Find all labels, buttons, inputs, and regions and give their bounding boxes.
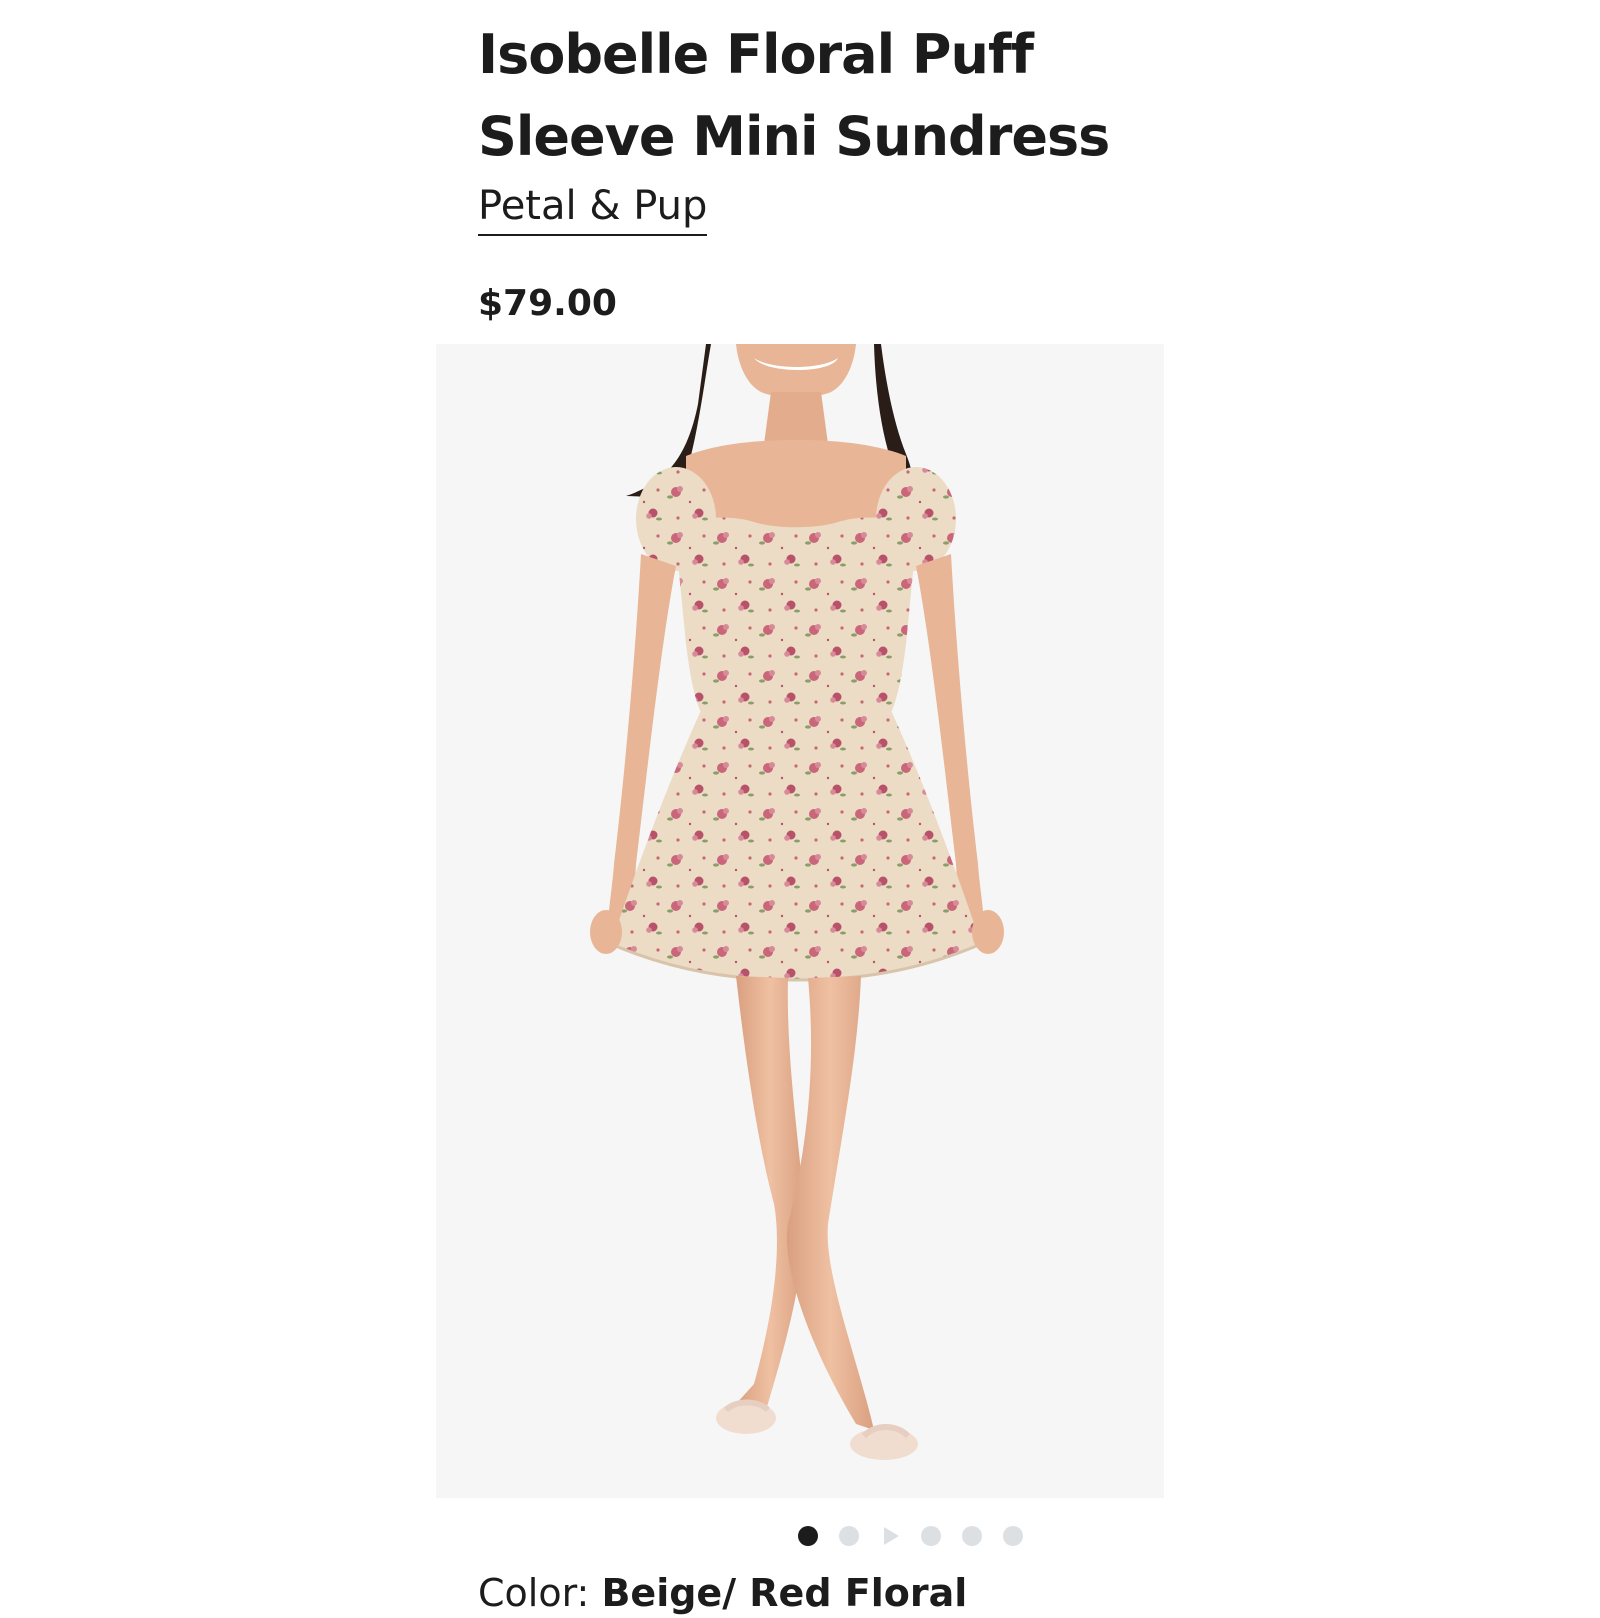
brand-link[interactable]: Petal & Pup <box>478 178 708 236</box>
product-detail: Isobelle Floral Puff Sleeve Mini Sundres… <box>0 0 1600 1615</box>
gallery-dot-6[interactable] <box>1003 1526 1023 1546</box>
product-photo <box>590 344 1004 1460</box>
gallery-dot-2[interactable] <box>839 1526 859 1546</box>
gallery-dot-4[interactable] <box>921 1526 941 1546</box>
color-value: Beige/ Red Floral <box>601 1571 968 1615</box>
gallery-dot-1[interactable] <box>798 1526 818 1546</box>
product-image-gallery[interactable] <box>436 344 1164 1498</box>
color-selection: Color: Beige/ Red Floral <box>478 1568 967 1618</box>
product-title: Isobelle Floral Puff Sleeve Mini Sundres… <box>478 23 1110 168</box>
color-label: Color: <box>478 1571 590 1615</box>
gallery-video-play-icon[interactable] <box>880 1526 900 1546</box>
gallery-dot-5[interactable] <box>962 1526 982 1546</box>
gallery-pagination <box>798 1525 1044 1547</box>
product-price: $79.00 <box>478 283 617 324</box>
